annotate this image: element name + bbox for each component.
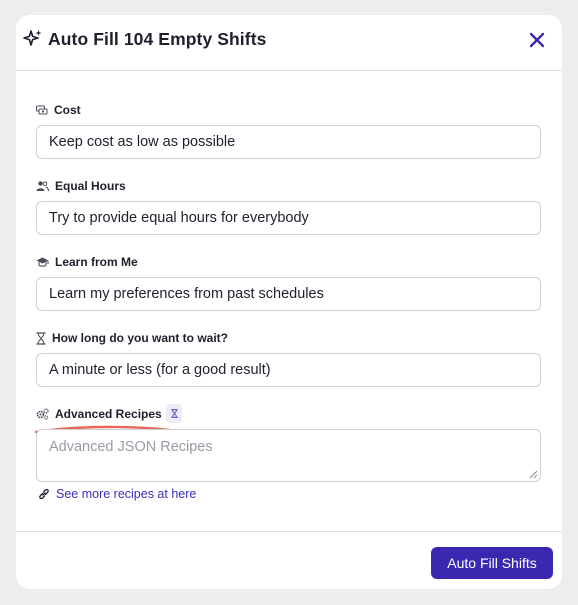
resize-handle-icon[interactable] — [529, 470, 538, 479]
dialog-title: Auto Fill 104 Empty Shifts — [48, 29, 267, 49]
hourglass-icon — [170, 409, 178, 418]
advanced-recipes-textarea[interactable]: Advanced JSON Recipes — [36, 429, 541, 482]
see-more-recipes-link[interactable]: See more recipes at here — [38, 487, 196, 501]
equal-hours-label-text: Equal Hours — [55, 179, 126, 193]
advanced-recipes-placeholder: Advanced JSON Recipes — [49, 439, 213, 455]
close-icon[interactable] — [528, 31, 546, 49]
sparkles-icon — [23, 30, 42, 46]
auto-fill-shifts-button[interactable]: Auto Fill Shifts — [431, 547, 553, 579]
equal-hours-field[interactable]: Try to provide equal hours for everybody — [36, 201, 541, 235]
learn-from-me-field-label: Learn from Me — [36, 255, 138, 269]
dialog-header: Auto Fill 104 Empty Shifts — [16, 15, 562, 71]
users-icon — [36, 181, 49, 192]
advanced-info-badge[interactable] — [166, 404, 182, 423]
cost-field-label: Cost — [36, 103, 81, 117]
equal-hours-field-label: Equal Hours — [36, 179, 126, 193]
advanced-recipes-label: Advanced Recipes — [36, 407, 162, 421]
wait-time-field[interactable]: A minute or less (for a good result) — [36, 353, 541, 387]
graduation-cap-icon — [36, 257, 49, 267]
gears-icon — [36, 408, 49, 420]
see-more-recipes-text: See more recipes at here — [56, 487, 197, 501]
auto-fill-dialog: Auto Fill 104 Empty Shifts Cost Keep cos… — [16, 15, 562, 589]
cost-label-text: Cost — [54, 103, 81, 117]
hourglass-icon — [36, 331, 46, 345]
footer-divider — [16, 531, 562, 532]
wait-time-label-text: How long do you want to wait? — [52, 331, 228, 345]
wait-time-field-label: How long do you want to wait? — [36, 331, 228, 345]
learn-from-me-field[interactable]: Learn my preferences from past schedules — [36, 277, 541, 311]
advanced-recipes-label-text: Advanced Recipes — [55, 407, 162, 421]
learn-from-me-label-text: Learn from Me — [55, 255, 138, 269]
cost-field[interactable]: Keep cost as low as possible — [36, 125, 541, 159]
link-icon — [39, 488, 49, 500]
money-icon — [36, 105, 48, 115]
